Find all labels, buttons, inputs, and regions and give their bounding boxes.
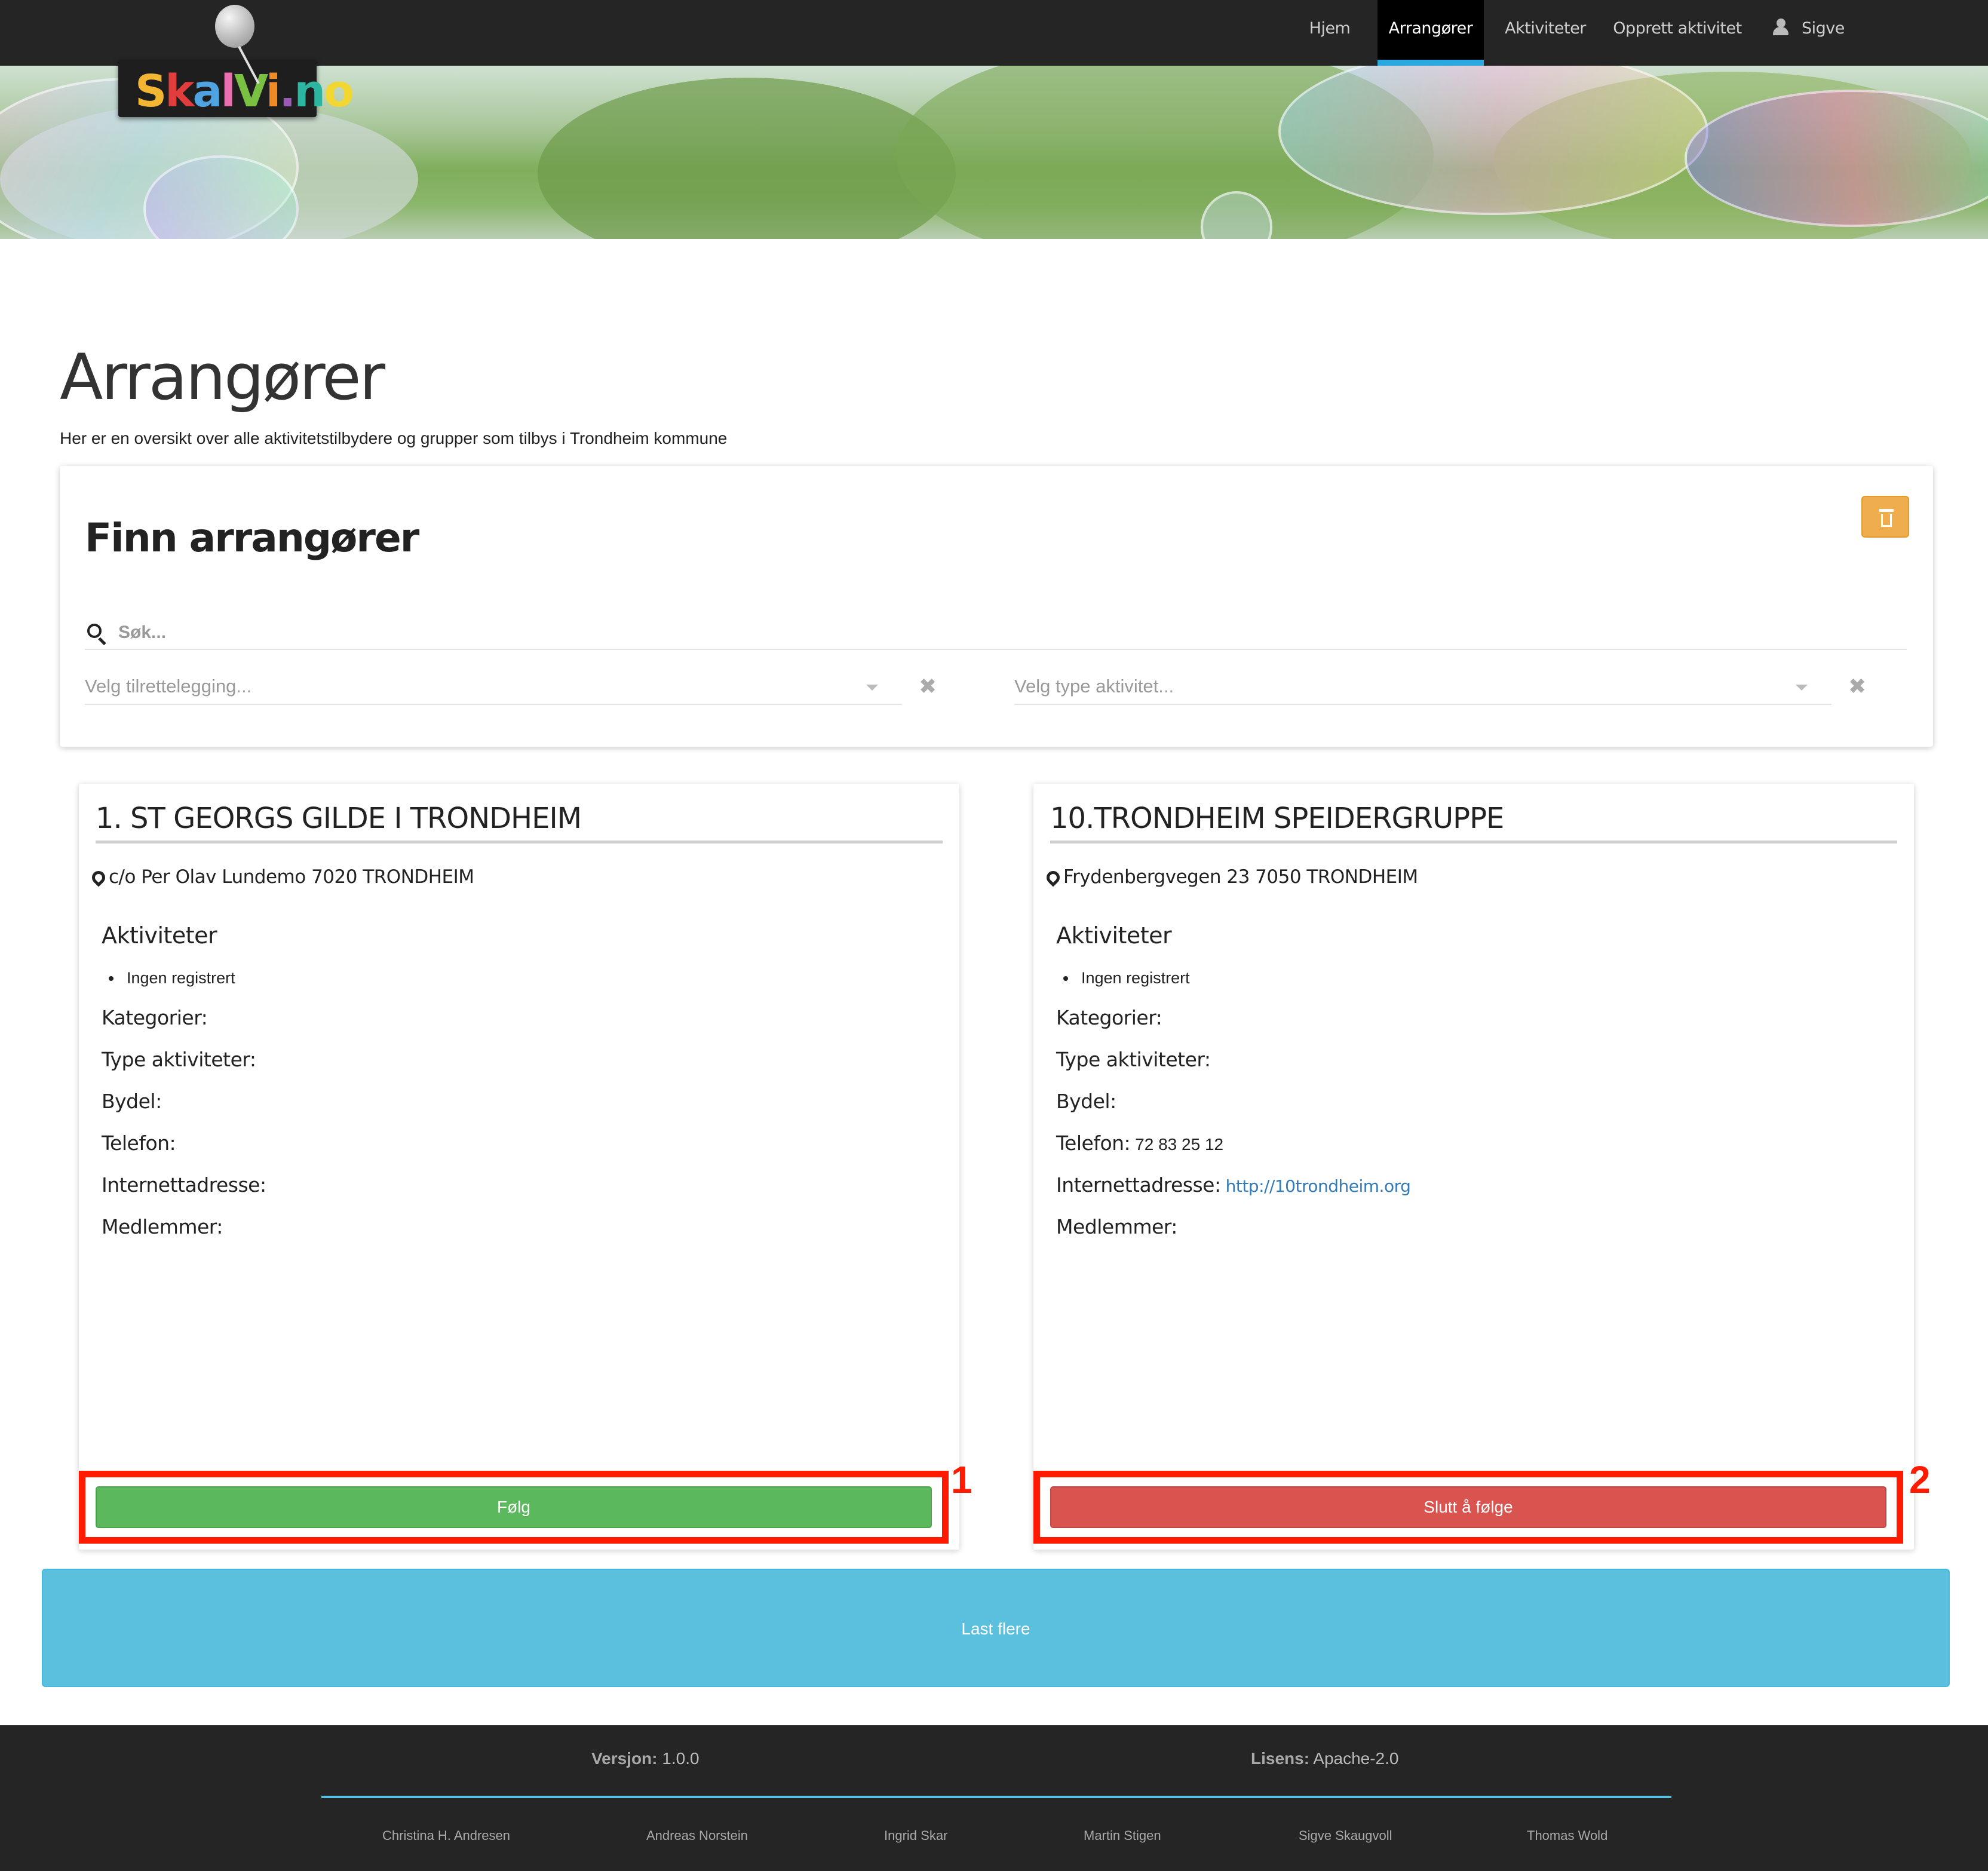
website-field: Internettadresse: <box>102 1173 266 1197</box>
logo-text: SkalVi.no <box>135 66 354 117</box>
categories-field: Kategorier: <box>1056 1006 1162 1029</box>
activities-heading: Aktiviteter <box>102 922 217 949</box>
accessibility-select-placeholder: Velg tilrettelegging... <box>85 676 252 697</box>
footer: Versjon: 1.0.0 Lisens: Apache-2.0 Christ… <box>0 1725 1988 1871</box>
phone-field: Telefon: 72 83 25 12 <box>1056 1131 1224 1155</box>
nav-user-name: Sigve <box>1802 19 1845 38</box>
logo-balloon-icon <box>215 5 254 48</box>
activity-type-select-placeholder: Velg type aktivitet... <box>1014 676 1174 697</box>
clear-accessibility-icon[interactable]: ✖ <box>919 668 937 705</box>
activity-types-field: Type aktiviteter: <box>1056 1048 1211 1071</box>
search-panel: Finn arrangører Velg tilrettelegging... … <box>60 466 1933 747</box>
site-logo[interactable]: SkalVi.no <box>118 60 354 117</box>
clear-filters-button[interactable] <box>1861 496 1909 538</box>
organizer-address: Frydenbergvegen 23 7050 TRONDHEIM <box>1044 866 1418 888</box>
chevron-down-icon <box>866 685 878 691</box>
district-field: Bydel: <box>1056 1090 1116 1113</box>
search-icon <box>87 624 106 646</box>
top-navbar: Hjem Arrangører Aktiviteter Opprett akti… <box>0 0 1988 66</box>
footer-author: Andreas Norstein <box>646 1828 748 1843</box>
trash-icon <box>1879 509 1894 512</box>
page-title: Arrangører <box>60 341 385 414</box>
accessibility-select[interactable]: Velg tilrettelegging... <box>85 668 902 705</box>
activity-type-select[interactable]: Velg type aktivitet... <box>1014 668 1831 705</box>
footer-author: Christina H. Andresen <box>382 1828 510 1843</box>
page-description: Her er en oversikt over alle aktivitetst… <box>60 429 728 447</box>
nav-item-aktiviteter[interactable]: Aktiviteter <box>1501 0 1590 66</box>
organizer-card: 10.TRONDHEIM SPEIDERGRUPPE Frydenbergveg… <box>1033 784 1914 1550</box>
district-field: Bydel: <box>102 1090 162 1113</box>
search-field <box>85 615 1907 650</box>
map-marker-icon <box>89 868 108 887</box>
user-icon <box>1773 18 1788 35</box>
search-panel-title: Finn arrangører <box>85 515 419 561</box>
annotation-label-1: 1 <box>951 1458 972 1501</box>
organizer-name: 10.TRONDHEIM SPEIDERGRUPPE <box>1050 802 1897 844</box>
phone-field: Telefon: <box>102 1131 176 1155</box>
nav-item-hjem[interactable]: Hjem <box>1300 0 1360 66</box>
footer-author: Sigve Skaugvoll <box>1299 1828 1392 1843</box>
website-field: Internettadresse: http://10trondheim.org <box>1056 1173 1411 1197</box>
annotation-box-1 <box>79 1471 949 1544</box>
search-input[interactable] <box>118 620 1851 645</box>
annotation-box-2 <box>1033 1471 1903 1544</box>
organizer-card: 1. ST GEORGS GILDE I TRONDHEIM c/o Per O… <box>79 784 959 1550</box>
chevron-down-icon <box>1796 685 1808 691</box>
categories-field: Kategorier: <box>102 1006 208 1029</box>
load-more-button[interactable]: Last flere <box>42 1569 1950 1687</box>
website-link[interactable]: http://10trondheim.org <box>1226 1176 1411 1196</box>
organizer-address: c/o Per Olav Lundemo 7020 TRONDHEIM <box>89 866 474 888</box>
nav-item-arrangorer[interactable]: Arrangører <box>1378 0 1484 66</box>
footer-license: Lisens: Apache-2.0 <box>1251 1749 1399 1768</box>
members-field: Medlemmer: <box>1056 1215 1177 1238</box>
list-item: Ingen registrert <box>109 969 235 987</box>
annotation-label-2: 2 <box>1909 1458 1931 1501</box>
footer-author: Martin Stigen <box>1084 1828 1161 1843</box>
footer-author: Ingrid Skar <box>884 1828 948 1843</box>
map-marker-icon <box>1044 868 1063 887</box>
organizer-name: 1. ST GEORGS GILDE I TRONDHEIM <box>96 802 943 844</box>
nav-user-menu[interactable]: Sigve <box>1773 0 1857 66</box>
footer-author: Thomas Wold <box>1527 1828 1608 1843</box>
footer-version: Versjon: 1.0.0 <box>591 1749 700 1768</box>
members-field: Medlemmer: <box>102 1215 223 1238</box>
activities-heading: Aktiviteter <box>1056 922 1172 949</box>
phone-value: 72 83 25 12 <box>1135 1135 1224 1154</box>
activity-types-field: Type aktiviteter: <box>102 1048 256 1071</box>
list-item: Ingen registrert <box>1063 969 1190 987</box>
nav-item-opprett-aktivitet[interactable]: Opprett aktivitet <box>1613 0 1742 66</box>
clear-activity-type-icon[interactable]: ✖ <box>1848 668 1866 705</box>
footer-divider <box>321 1796 1671 1798</box>
